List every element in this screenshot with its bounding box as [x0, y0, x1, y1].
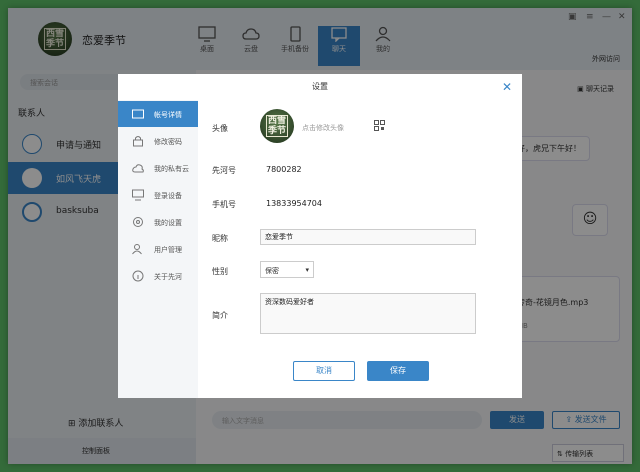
gear-icon [133, 217, 143, 227]
gender-value: 保密 [265, 267, 279, 275]
dialog-title: 设置 [312, 82, 328, 91]
gender-label: 性别 [212, 267, 228, 276]
avatar-label: 头像 [212, 124, 228, 133]
monitor-icon [132, 189, 144, 201]
menu-item-private-cloud[interactable]: 我的私有云 [118, 155, 198, 181]
chevron-down-icon: ▾ [305, 266, 309, 274]
cloud-icon [132, 164, 144, 173]
menu-item-label: 我的私有云 [154, 165, 189, 173]
menu-item-label: 修改密码 [154, 138, 182, 146]
users-icon [132, 244, 142, 255]
xianhe-value: 7800282 [266, 165, 302, 174]
menu-item-about[interactable]: 关于先河 [118, 263, 198, 289]
menu-item-label: 帐号详情 [154, 111, 182, 119]
settings-dialog: 设置 ✕ 帐号详情 修改密码 我的私有云 登录设备 我的设置 用户管理 关于先河… [118, 74, 522, 398]
nickname-label: 昵称 [212, 234, 228, 243]
settings-sidebar: 帐号详情 修改密码 我的私有云 登录设备 我的设置 用户管理 关于先河 [118, 100, 198, 398]
nickname-field[interactable] [260, 229, 476, 245]
info-icon [132, 270, 144, 282]
menu-item-label: 用户管理 [154, 246, 182, 254]
menu-item-devices[interactable]: 登录设备 [118, 182, 198, 208]
menu-item-label: 我的设置 [154, 219, 182, 227]
cancel-button[interactable]: 取消 [293, 361, 355, 381]
avatar-seal: 西雪 季节 [266, 115, 288, 137]
change-avatar-link[interactable]: 点击修改头像 [302, 123, 344, 133]
menu-item-password[interactable]: 修改密码 [118, 128, 198, 154]
close-icon[interactable]: ✕ [502, 80, 512, 94]
bio-field[interactable]: 资深数码爱好者 [260, 293, 476, 334]
lock-icon [133, 136, 143, 147]
menu-item-account[interactable]: 帐号详情 [118, 101, 198, 127]
gender-select[interactable]: 保密 ▾ [260, 261, 314, 278]
bio-label: 简介 [212, 311, 228, 320]
phone-value: 13833954704 [266, 199, 322, 208]
avatar[interactable]: 西雪 季节 [260, 109, 294, 143]
id-card-icon [132, 109, 144, 119]
xianhe-label: 先河号 [212, 166, 236, 175]
menu-item-my-settings[interactable]: 我的设置 [118, 209, 198, 235]
phone-label: 手机号 [212, 200, 236, 209]
menu-item-label: 关于先河 [154, 273, 182, 281]
save-button[interactable]: 保存 [367, 361, 429, 381]
qr-code-icon[interactable] [374, 120, 385, 131]
menu-item-label: 登录设备 [154, 192, 182, 200]
menu-item-user-management[interactable]: 用户管理 [118, 236, 198, 262]
